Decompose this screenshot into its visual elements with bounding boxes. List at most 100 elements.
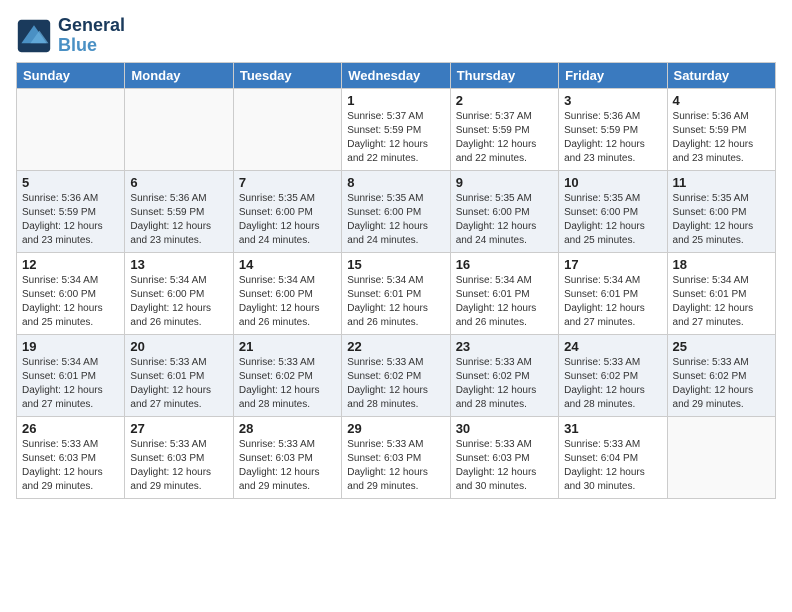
calendar-header-friday: Friday (559, 62, 667, 88)
calendar-cell: 5 Sunrise: 5:36 AM Sunset: 5:59 PM Daylig… (17, 170, 125, 252)
calendar-cell (233, 88, 341, 170)
day-info: Sunrise: 5:35 AM Sunset: 6:00 PM Dayligh… (456, 192, 553, 248)
calendar-cell: 30Sunrise: 5:33 AM Sunset: 6:03 PM Dayli… (450, 416, 558, 498)
day-info: Sunrise: 5:34 AM Sunset: 6:00 PM Dayligh… (22, 274, 119, 330)
calendar-week-row: 19Sunrise: 5:34 AM Sunset: 6:01 PM Dayli… (17, 334, 776, 416)
calendar-cell: 10 Sunrise: 5:35 AM Sunset: 6:00 PM Dayli… (559, 170, 667, 252)
calendar-cell: 18Sunrise: 5:34 AM Sunset: 6:01 PM Dayli… (667, 252, 775, 334)
day-info: Sunrise: 5:35 AM Sunset: 6:00 PM Dayligh… (239, 192, 336, 248)
day-info: Sunrise: 5:33 AM Sunset: 6:03 PM Dayligh… (456, 438, 553, 494)
day-info: Sunrise: 5:33 AM Sunset: 6:04 PM Dayligh… (564, 438, 661, 494)
day-number: 31 (564, 421, 661, 436)
calendar-cell: 20 Sunrise: 5:33 AM Sunset: 6:01 PM Dayli… (125, 334, 233, 416)
day-number: 20 (130, 339, 227, 354)
calendar-cell: 27 Sunrise: 5:33 AM Sunset: 6:03 PM Dayli… (125, 416, 233, 498)
day-number: 28 (239, 421, 336, 436)
calendar-week-row: 1 Sunrise: 5:37 AM Sunset: 5:59 PM Daylig… (17, 88, 776, 170)
calendar-cell: 29 Sunrise: 5:33 AM Sunset: 6:03 PM Dayli… (342, 416, 450, 498)
day-info: Sunrise: 5:33 AM Sunset: 6:02 PM Dayligh… (456, 356, 553, 412)
day-number: 6 (130, 175, 227, 190)
calendar-week-row: 5 Sunrise: 5:36 AM Sunset: 5:59 PM Daylig… (17, 170, 776, 252)
calendar-cell: 9 Sunrise: 5:35 AM Sunset: 6:00 PM Daylig… (450, 170, 558, 252)
day-number: 18 (673, 257, 770, 272)
day-info: Sunrise: 5:33 AM Sunset: 6:02 PM Dayligh… (564, 356, 661, 412)
calendar-cell: 2Sunrise: 5:37 AM Sunset: 5:59 PM Daylig… (450, 88, 558, 170)
header: General Blue (16, 16, 776, 56)
day-number: 5 (22, 175, 119, 190)
day-number: 14 (239, 257, 336, 272)
day-info: Sunrise: 5:36 AM Sunset: 5:59 PM Dayligh… (564, 110, 661, 166)
day-info: Sunrise: 5:36 AM Sunset: 5:59 PM Dayligh… (673, 110, 770, 166)
calendar-cell: 13 Sunrise: 5:34 AM Sunset: 6:00 PM Dayli… (125, 252, 233, 334)
day-number: 24 (564, 339, 661, 354)
day-info: Sunrise: 5:35 AM Sunset: 6:00 PM Dayligh… (347, 192, 444, 248)
calendar-header-monday: Monday (125, 62, 233, 88)
day-number: 10 (564, 175, 661, 190)
day-info: Sunrise: 5:34 AM Sunset: 6:01 PM Dayligh… (456, 274, 553, 330)
day-number: 11 (673, 175, 770, 190)
calendar-header-saturday: Saturday (667, 62, 775, 88)
calendar-cell: 23 Sunrise: 5:33 AM Sunset: 6:02 PM Dayli… (450, 334, 558, 416)
day-number: 9 (456, 175, 553, 190)
calendar-cell: 31 Sunrise: 5:33 AM Sunset: 6:04 PM Dayli… (559, 416, 667, 498)
day-info: Sunrise: 5:33 AM Sunset: 6:02 PM Dayligh… (673, 356, 770, 412)
calendar-cell: 22 Sunrise: 5:33 AM Sunset: 6:02 PM Dayli… (342, 334, 450, 416)
day-info: Sunrise: 5:33 AM Sunset: 6:02 PM Dayligh… (239, 356, 336, 412)
day-info: Sunrise: 5:36 AM Sunset: 5:59 PM Dayligh… (22, 192, 119, 248)
day-number: 15 (347, 257, 444, 272)
day-info: Sunrise: 5:37 AM Sunset: 5:59 PM Dayligh… (347, 110, 444, 166)
calendar-cell: 24 Sunrise: 5:33 AM Sunset: 6:02 PM Dayli… (559, 334, 667, 416)
day-info: Sunrise: 5:33 AM Sunset: 6:02 PM Dayligh… (347, 356, 444, 412)
calendar-cell: 12 Sunrise: 5:34 AM Sunset: 6:00 PM Dayli… (17, 252, 125, 334)
calendar-cell: 6Sunrise: 5:36 AM Sunset: 5:59 PM Daylig… (125, 170, 233, 252)
calendar-header-thursday: Thursday (450, 62, 558, 88)
day-number: 13 (130, 257, 227, 272)
day-info: Sunrise: 5:34 AM Sunset: 6:01 PM Dayligh… (347, 274, 444, 330)
day-info: Sunrise: 5:33 AM Sunset: 6:03 PM Dayligh… (130, 438, 227, 494)
calendar-cell: 16Sunrise: 5:34 AM Sunset: 6:01 PM Dayli… (450, 252, 558, 334)
day-info: Sunrise: 5:34 AM Sunset: 6:00 PM Dayligh… (130, 274, 227, 330)
day-info: Sunrise: 5:35 AM Sunset: 6:00 PM Dayligh… (564, 192, 661, 248)
day-number: 1 (347, 93, 444, 108)
day-info: Sunrise: 5:34 AM Sunset: 6:01 PM Dayligh… (564, 274, 661, 330)
logo-icon (16, 18, 52, 54)
calendar-cell: 1 Sunrise: 5:37 AM Sunset: 5:59 PM Daylig… (342, 88, 450, 170)
day-number: 25 (673, 339, 770, 354)
calendar-header-row: SundayMondayTuesdayWednesdayThursdayFrid… (17, 62, 776, 88)
day-number: 21 (239, 339, 336, 354)
day-number: 29 (347, 421, 444, 436)
calendar-cell: 28 Sunrise: 5:33 AM Sunset: 6:03 PM Dayli… (233, 416, 341, 498)
day-info: Sunrise: 5:33 AM Sunset: 6:03 PM Dayligh… (239, 438, 336, 494)
calendar-cell: 14Sunrise: 5:34 AM Sunset: 6:00 PM Dayli… (233, 252, 341, 334)
day-info: Sunrise: 5:33 AM Sunset: 6:01 PM Dayligh… (130, 356, 227, 412)
calendar-header-wednesday: Wednesday (342, 62, 450, 88)
day-number: 7 (239, 175, 336, 190)
day-number: 17 (564, 257, 661, 272)
calendar-cell: 8 Sunrise: 5:35 AM Sunset: 6:00 PM Daylig… (342, 170, 450, 252)
calendar-cell: 4Sunrise: 5:36 AM Sunset: 5:59 PM Daylig… (667, 88, 775, 170)
calendar-cell: 3Sunrise: 5:36 AM Sunset: 5:59 PM Daylig… (559, 88, 667, 170)
day-info: Sunrise: 5:37 AM Sunset: 5:59 PM Dayligh… (456, 110, 553, 166)
calendar-cell: 21 Sunrise: 5:33 AM Sunset: 6:02 PM Dayli… (233, 334, 341, 416)
day-info: Sunrise: 5:35 AM Sunset: 6:00 PM Dayligh… (673, 192, 770, 248)
day-number: 27 (130, 421, 227, 436)
calendar-cell: 7 Sunrise: 5:35 AM Sunset: 6:00 PM Daylig… (233, 170, 341, 252)
calendar-cell: 17 Sunrise: 5:34 AM Sunset: 6:01 PM Dayli… (559, 252, 667, 334)
calendar-cell: 26 Sunrise: 5:33 AM Sunset: 6:03 PM Dayli… (17, 416, 125, 498)
day-number: 19 (22, 339, 119, 354)
calendar-week-row: 12 Sunrise: 5:34 AM Sunset: 6:00 PM Dayli… (17, 252, 776, 334)
calendar-cell (125, 88, 233, 170)
calendar-header-sunday: Sunday (17, 62, 125, 88)
day-number: 23 (456, 339, 553, 354)
day-number: 26 (22, 421, 119, 436)
day-info: Sunrise: 5:33 AM Sunset: 6:03 PM Dayligh… (347, 438, 444, 494)
day-number: 12 (22, 257, 119, 272)
calendar-cell: 19Sunrise: 5:34 AM Sunset: 6:01 PM Dayli… (17, 334, 125, 416)
calendar-cell (667, 416, 775, 498)
day-number: 22 (347, 339, 444, 354)
logo: General Blue (16, 16, 125, 56)
day-info: Sunrise: 5:33 AM Sunset: 6:03 PM Dayligh… (22, 438, 119, 494)
calendar-cell (17, 88, 125, 170)
calendar-cell: 25 Sunrise: 5:33 AM Sunset: 6:02 PM Dayli… (667, 334, 775, 416)
day-number: 8 (347, 175, 444, 190)
